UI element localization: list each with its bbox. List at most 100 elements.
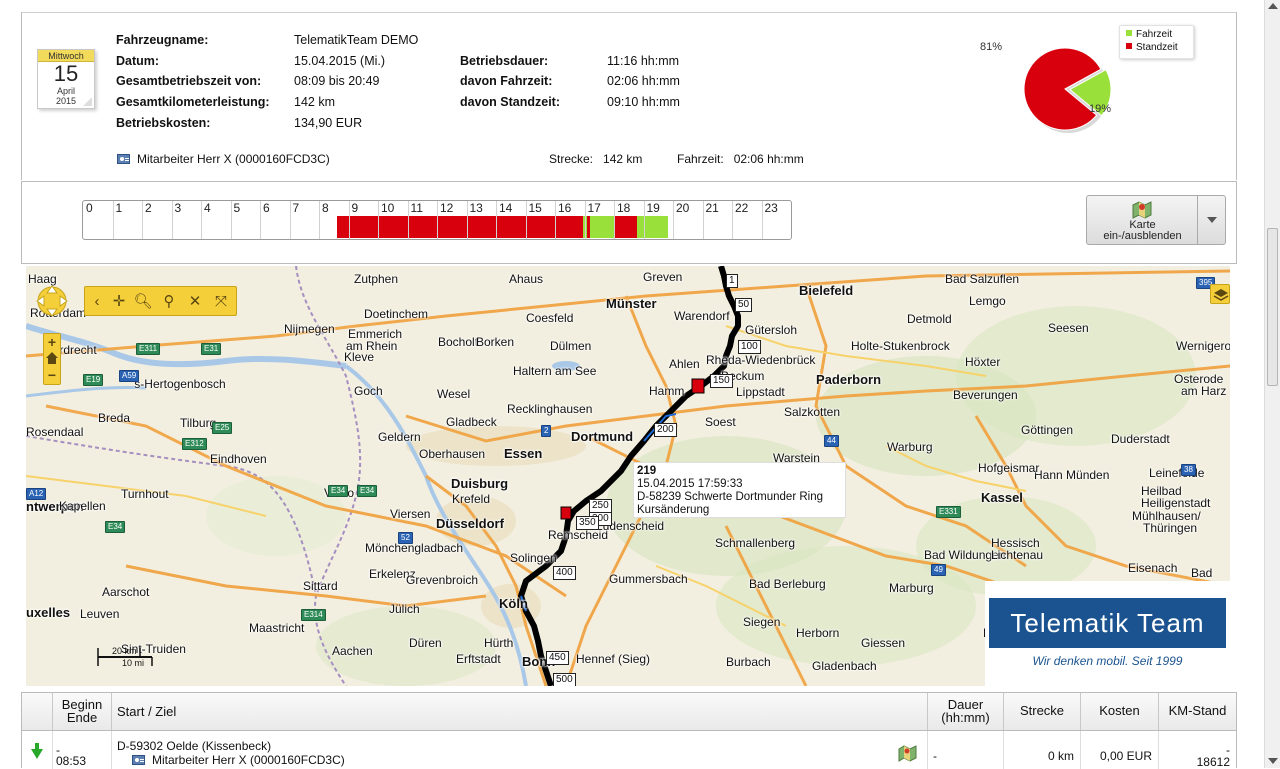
row-route-cell[interactable]: D-59302 Oelde (Kissenbeck) Mitarbeiter H… <box>112 731 928 769</box>
city-label: Giessen <box>861 636 906 650</box>
driving-time-summary-label: Fahrzeit: <box>677 152 724 166</box>
timeline-hour-label: 23 <box>764 201 778 215</box>
timeline-hour-label: 11 <box>410 201 423 215</box>
route-km-marker[interactable]: 150 <box>710 374 733 388</box>
column-header-route-text: Start / Ziel <box>117 704 177 719</box>
city-label: Lichtenau <box>991 548 1044 562</box>
city-label: Hann Münden <box>1034 468 1110 482</box>
scale-km: 20 km <box>112 646 137 656</box>
search-icon[interactable]: 🔍︎ <box>133 292 153 312</box>
city-label: Mönchengladbach <box>365 541 464 555</box>
operating-cost-label: Betriebskosten: <box>116 116 211 130</box>
map-icon[interactable] <box>898 744 918 762</box>
route-km-marker[interactable]: 200 <box>654 423 677 437</box>
tools-icon[interactable]: ✕ <box>185 292 205 312</box>
chevron-down-icon[interactable] <box>1207 217 1217 223</box>
page: Mittwoch 15 April 2015 Fahrzeugname: Tel… <box>0 0 1264 769</box>
route-km-marker[interactable]: 400 <box>553 566 576 580</box>
timeline-hour-gridline <box>201 201 202 239</box>
crosshair-icon[interactable]: ✛ <box>109 292 129 312</box>
timeline-hour-label: 17 <box>587 201 601 215</box>
city-label: Recklinghausen <box>507 402 593 416</box>
timeline-segment-fahrzeit <box>590 216 616 238</box>
tooltip-event: Kursänderung <box>637 504 710 516</box>
route-km-marker[interactable]: 250 <box>589 499 612 513</box>
standing-time-label: davon Standzeit: <box>460 95 561 109</box>
zoom-out-icon[interactable]: − <box>44 368 60 383</box>
route-map[interactable]: Haag Zutphen Ahaus Greven Bielefeld Bad Salzu… <box>26 266 1230 686</box>
column-header-route[interactable]: Start / Ziel <box>112 693 928 730</box>
city-label: Lemgo <box>969 294 1006 308</box>
city-label: Borken <box>476 335 515 349</box>
legend-swatch-fahrzeit <box>1126 30 1132 36</box>
highway-shield: E31 <box>201 343 222 355</box>
column-header-dauer[interactable]: Dauer (hh:mm) <box>928 693 1004 730</box>
home-icon[interactable] <box>46 352 58 364</box>
tooltip-id: 219 <box>637 465 657 477</box>
city-label: Heiligenstadt <box>1141 496 1211 510</box>
timeline-hour-gridline <box>614 201 615 239</box>
city-label: Viersen <box>390 507 431 521</box>
scale-mi: 10 mi <box>122 658 145 668</box>
city-label: Düren <box>409 636 442 650</box>
timeline-hour-label: 13 <box>469 201 483 215</box>
column-header-beginn[interactable]: Beginn Ende <box>53 693 112 730</box>
timeline-hour-label: 2 <box>145 201 152 215</box>
timeline-hour-label: 20 <box>676 201 690 215</box>
column-header-strecke-text: Strecke <box>1019 703 1065 718</box>
timeline-hour-gridline <box>437 201 438 239</box>
scrollbar-thumb[interactable] <box>1267 228 1278 386</box>
highway-shield: E34 <box>357 485 378 497</box>
driving-time-summary: Fahrzeit: 02:06 hh:mm <box>677 152 804 166</box>
driver-name: Mitarbeiter Herr X (0000160FCD3C) <box>137 152 330 166</box>
route-km-marker[interactable]: 50 <box>735 298 753 312</box>
city-label: Turnhout <box>121 487 169 501</box>
timeline-hour-label: 12 <box>440 201 454 215</box>
route-km-marker[interactable]: 1 <box>726 274 738 288</box>
route-km-marker[interactable]: 100 <box>738 340 761 354</box>
city-label: Hennef (Sieg) <box>576 652 651 666</box>
city-label: Marburg <box>889 581 934 595</box>
timeline-hour-label: 0 <box>86 201 93 215</box>
route-km-marker[interactable]: 500 <box>553 673 576 686</box>
zoom-in-icon[interactable]: + <box>44 335 60 350</box>
city-label: Soest <box>705 415 736 429</box>
scroll-down-icon[interactable] <box>1268 758 1278 764</box>
city-label: Leinefelde <box>1149 466 1205 480</box>
highway-shield: E19 <box>83 374 104 386</box>
column-header-km[interactable]: KM-Stand <box>1159 693 1236 730</box>
column-header-strecke[interactable]: Strecke <box>1004 693 1081 730</box>
map-toggle-button[interactable]: Karte ein-/ausblenden <box>1086 195 1226 245</box>
row-kosten: 0,00 EUR <box>1099 749 1152 763</box>
highway-shield: E25 <box>212 422 233 434</box>
vertical-scrollbar[interactable] <box>1264 0 1280 768</box>
map-toggle-main[interactable]: Karte ein-/ausblenden <box>1087 196 1198 244</box>
pan-control[interactable] <box>34 283 70 319</box>
route-km-marker[interactable]: 350 <box>576 516 599 530</box>
route-km-marker[interactable]: 450 <box>546 651 569 665</box>
row-icon-cell <box>22 731 53 769</box>
city-label: Hamm <box>649 384 685 398</box>
city-label: Höxter <box>965 355 1001 369</box>
date-value: 15.04.2015 (Mi.) <box>294 54 386 68</box>
highway-shield: 52 <box>398 532 413 544</box>
pin-icon[interactable]: ⚲ <box>159 292 179 312</box>
collapse-icon[interactable]: ‹ <box>87 292 107 312</box>
day-timeline[interactable]: 0 1 2 3 4 5 6 7 8 9 10 11 12 13 14 15 16 17 18 19 20 21 22 23 <box>82 200 792 240</box>
fullscreen-icon[interactable]: ⤧ <box>211 292 231 312</box>
highway-shield: E34 <box>105 521 126 533</box>
layers-icon[interactable] <box>1210 284 1230 304</box>
timeline-hour-gridline <box>525 201 527 239</box>
row-dauer: - <box>933 749 937 763</box>
operating-time-label: Gesamtbetriebszeit von: <box>116 74 262 88</box>
city-label: Warburg <box>887 440 933 454</box>
city-label: Herborn <box>796 626 840 640</box>
column-header-kosten[interactable]: Kosten <box>1081 693 1159 730</box>
legend-fahrzeit: Fahrzeit <box>1126 29 1172 40</box>
scroll-up-icon[interactable] <box>1268 3 1278 9</box>
distance-summary-label: Strecke: <box>549 152 594 166</box>
legend-fahrzeit-text: Fahrzeit <box>1136 29 1173 40</box>
timeline-hour-gridline <box>289 201 291 239</box>
city-label: Ahlen <box>669 357 700 371</box>
city-label: Geldern <box>378 430 421 444</box>
